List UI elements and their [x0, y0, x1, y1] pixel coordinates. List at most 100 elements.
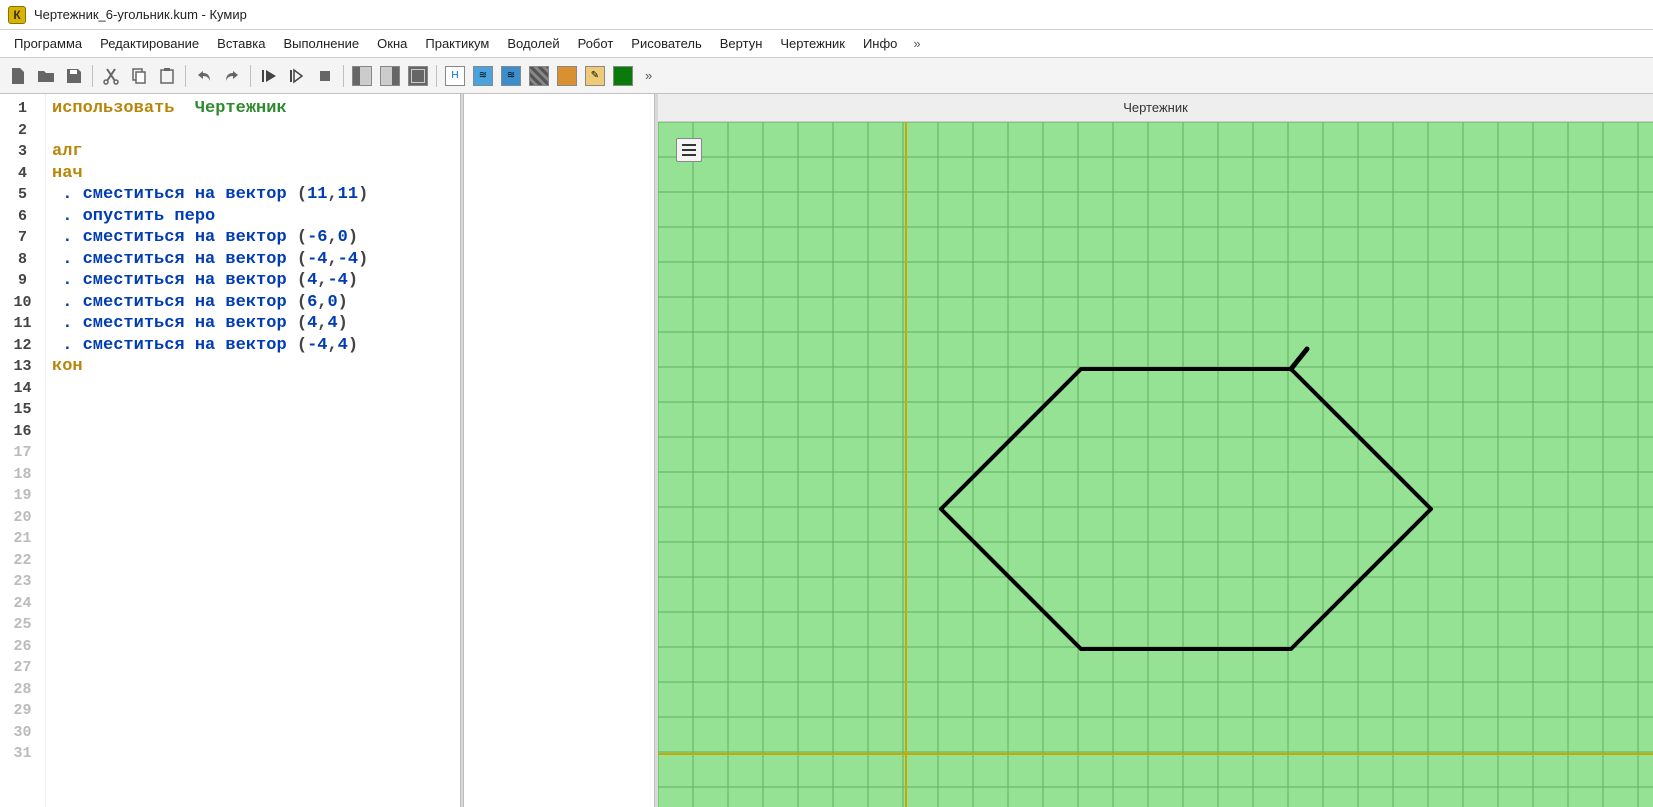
dot: . — [62, 336, 72, 355]
line-number: 6 — [0, 206, 45, 228]
line-number: 11 — [0, 313, 45, 335]
cut-icon[interactable] — [99, 64, 123, 88]
lparen: ( — [297, 228, 307, 247]
cmd-shift: сместиться на вектор — [83, 228, 287, 247]
copy-icon[interactable] — [127, 64, 151, 88]
kw-use: использовать — [52, 99, 174, 118]
menu-draftsman[interactable]: Чертежник — [772, 32, 853, 55]
lparen: ( — [297, 314, 307, 333]
num: -4 — [307, 336, 327, 355]
toolbar: H ≋ ≋ ✎ » — [0, 58, 1653, 94]
num: -4 — [307, 250, 327, 269]
line-number: 12 — [0, 335, 45, 357]
menu-edit[interactable]: Редактирование — [92, 32, 207, 55]
open-file-icon[interactable] — [34, 64, 58, 88]
draft-svg — [658, 122, 1653, 807]
kw-alg: алг — [52, 142, 83, 161]
line-number: 13 — [0, 356, 45, 378]
rparen: ) — [338, 314, 348, 333]
line-number: 31 — [0, 743, 45, 765]
actor-canvas[interactable] — [658, 122, 1653, 807]
dot: . — [62, 185, 72, 204]
comma: , — [317, 271, 327, 290]
undo-icon[interactable] — [192, 64, 216, 88]
comma: , — [327, 185, 337, 204]
save-file-icon[interactable] — [62, 64, 86, 88]
num: 4 — [338, 336, 348, 355]
menu-overflow-icon[interactable]: » — [907, 32, 926, 55]
actor-draftsman-icon[interactable] — [611, 64, 635, 88]
line-gutter: 1234567891011121314151617181920212223242… — [0, 94, 46, 807]
comma: , — [327, 250, 337, 269]
comma: , — [317, 314, 327, 333]
dot: . — [62, 314, 72, 333]
rparen: ) — [358, 250, 368, 269]
num: 11 — [338, 185, 358, 204]
layout3-icon[interactable] — [406, 64, 430, 88]
num: 0 — [338, 228, 348, 247]
line-number: 19 — [0, 485, 45, 507]
dot: . — [62, 293, 72, 312]
menu-bar: Программа Редактирование Вставка Выполне… — [0, 30, 1653, 58]
cmd-pendown: опустить перо — [83, 207, 216, 226]
step-icon[interactable] — [285, 64, 309, 88]
code-editor[interactable]: использовать Чертежник алг нач . сместит… — [46, 94, 654, 807]
toolbar-overflow-icon[interactable]: » — [639, 64, 658, 87]
line-number: 5 — [0, 184, 45, 206]
num: 4 — [327, 314, 337, 333]
layout2-icon[interactable] — [378, 64, 402, 88]
menu-program[interactable]: Программа — [6, 32, 90, 55]
actor1-icon[interactable]: H — [443, 64, 467, 88]
toolbar-separator — [250, 65, 251, 87]
lparen: ( — [297, 336, 307, 355]
stop-icon[interactable] — [313, 64, 337, 88]
line-number: 10 — [0, 292, 45, 314]
run-icon[interactable] — [257, 64, 281, 88]
menu-info[interactable]: Инфо — [855, 32, 905, 55]
cmd-shift: сместиться на вектор — [83, 271, 287, 290]
menu-run[interactable]: Выполнение — [275, 32, 367, 55]
line-number: 30 — [0, 722, 45, 744]
editor-pane: 1234567891011121314151617181920212223242… — [0, 94, 655, 807]
actor-vertun-icon[interactable]: ✎ — [583, 64, 607, 88]
layout1-icon[interactable] — [350, 64, 374, 88]
menu-insert[interactable]: Вставка — [209, 32, 273, 55]
line-number: 23 — [0, 571, 45, 593]
paste-icon[interactable] — [155, 64, 179, 88]
redo-icon[interactable] — [220, 64, 244, 88]
menu-robot[interactable]: Робот — [570, 32, 622, 55]
num: 4 — [307, 271, 317, 290]
dot: . — [62, 250, 72, 269]
line-number: 21 — [0, 528, 45, 550]
kw-end: кон — [52, 357, 83, 376]
line-number: 2 — [0, 120, 45, 142]
menu-vodoley[interactable]: Водолей — [499, 32, 567, 55]
actor-drawer-icon[interactable] — [555, 64, 579, 88]
line-number: 7 — [0, 227, 45, 249]
actor-robot-icon[interactable] — [527, 64, 551, 88]
line-number: 4 — [0, 163, 45, 185]
line-number: 18 — [0, 464, 45, 486]
cmd-shift: сместиться на вектор — [83, 293, 287, 312]
menu-windows[interactable]: Окна — [369, 32, 415, 55]
inner-splitter[interactable] — [460, 94, 464, 807]
line-number: 27 — [0, 657, 45, 679]
num: 4 — [307, 314, 317, 333]
actor-vodoley2-icon[interactable]: ≋ — [499, 64, 523, 88]
menu-drawer[interactable]: Рисователь — [623, 32, 709, 55]
menu-vertun[interactable]: Вертун — [712, 32, 771, 55]
cmd-shift: сместиться на вектор — [83, 314, 287, 333]
menu-practicum[interactable]: Практикум — [417, 32, 497, 55]
title-bar: К Чертежник_6-угольник.kum - Кумир — [0, 0, 1653, 30]
actor-vodoley-icon[interactable]: ≋ — [471, 64, 495, 88]
rparen: ) — [348, 271, 358, 290]
new-file-icon[interactable] — [6, 64, 30, 88]
line-number: 17 — [0, 442, 45, 464]
num: -4 — [338, 250, 358, 269]
actor-name: Чертежник — [195, 99, 287, 118]
canvas-menu-icon[interactable] — [676, 138, 702, 162]
toolbar-separator — [92, 65, 93, 87]
lparen: ( — [297, 271, 307, 290]
cmd-shift: сместиться на вектор — [83, 336, 287, 355]
comma: , — [327, 336, 337, 355]
